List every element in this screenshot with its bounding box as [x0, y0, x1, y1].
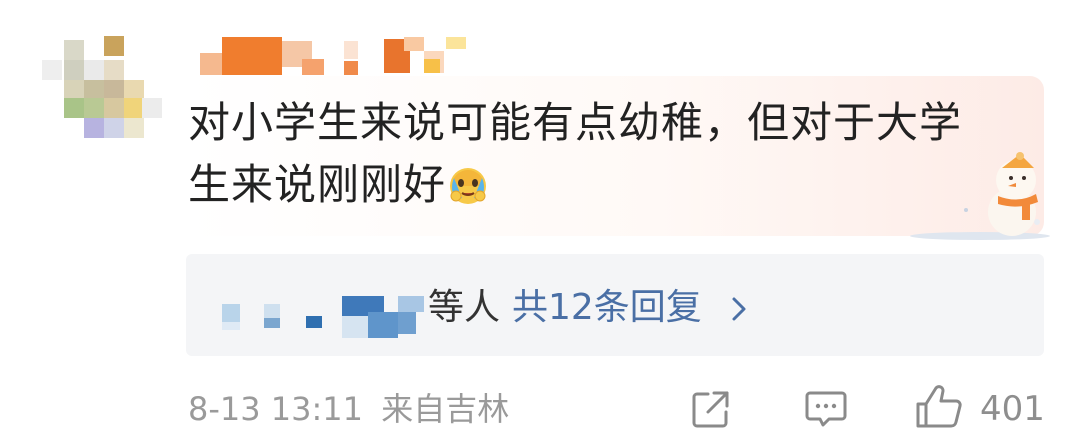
comment-meta: 8-13 13:11 来自吉林: [188, 386, 509, 432]
location: 来自吉林: [381, 390, 510, 428]
username[interactable]: [198, 35, 478, 77]
replies-users-mosaic: [218, 294, 428, 338]
view-replies-link[interactable]: 共12条回复: [512, 283, 702, 333]
thumbs-up-icon[interactable]: [914, 382, 964, 432]
replies-suffix-text: 等人: [428, 287, 501, 328]
comment-line-2: 生来说刚刚好: [188, 154, 1018, 216]
comment-text: 对小学生来说可能有点幼稚，但对于大学 生来说刚刚好: [188, 92, 1018, 216]
like-count: 401: [980, 389, 1045, 429]
comment-icon[interactable]: [804, 388, 848, 430]
comment-item: 对小学生来说可能有点幼稚，但对于大学 生来说刚刚好 等人 共12条回复 8-13…: [0, 0, 1080, 447]
comment-line-2-text: 生来说刚刚好: [188, 160, 447, 209]
snowman-decoration-icon: [910, 152, 1050, 240]
timestamp: 8-13 13:11: [188, 390, 364, 428]
avatar[interactable]: [42, 32, 162, 142]
share-icon[interactable]: [690, 388, 732, 430]
crying-face-emoji-icon: [450, 167, 487, 204]
chevron-right-icon[interactable]: [728, 294, 750, 324]
comment-line-1: 对小学生来说可能有点幼稚，但对于大学: [188, 98, 963, 147]
